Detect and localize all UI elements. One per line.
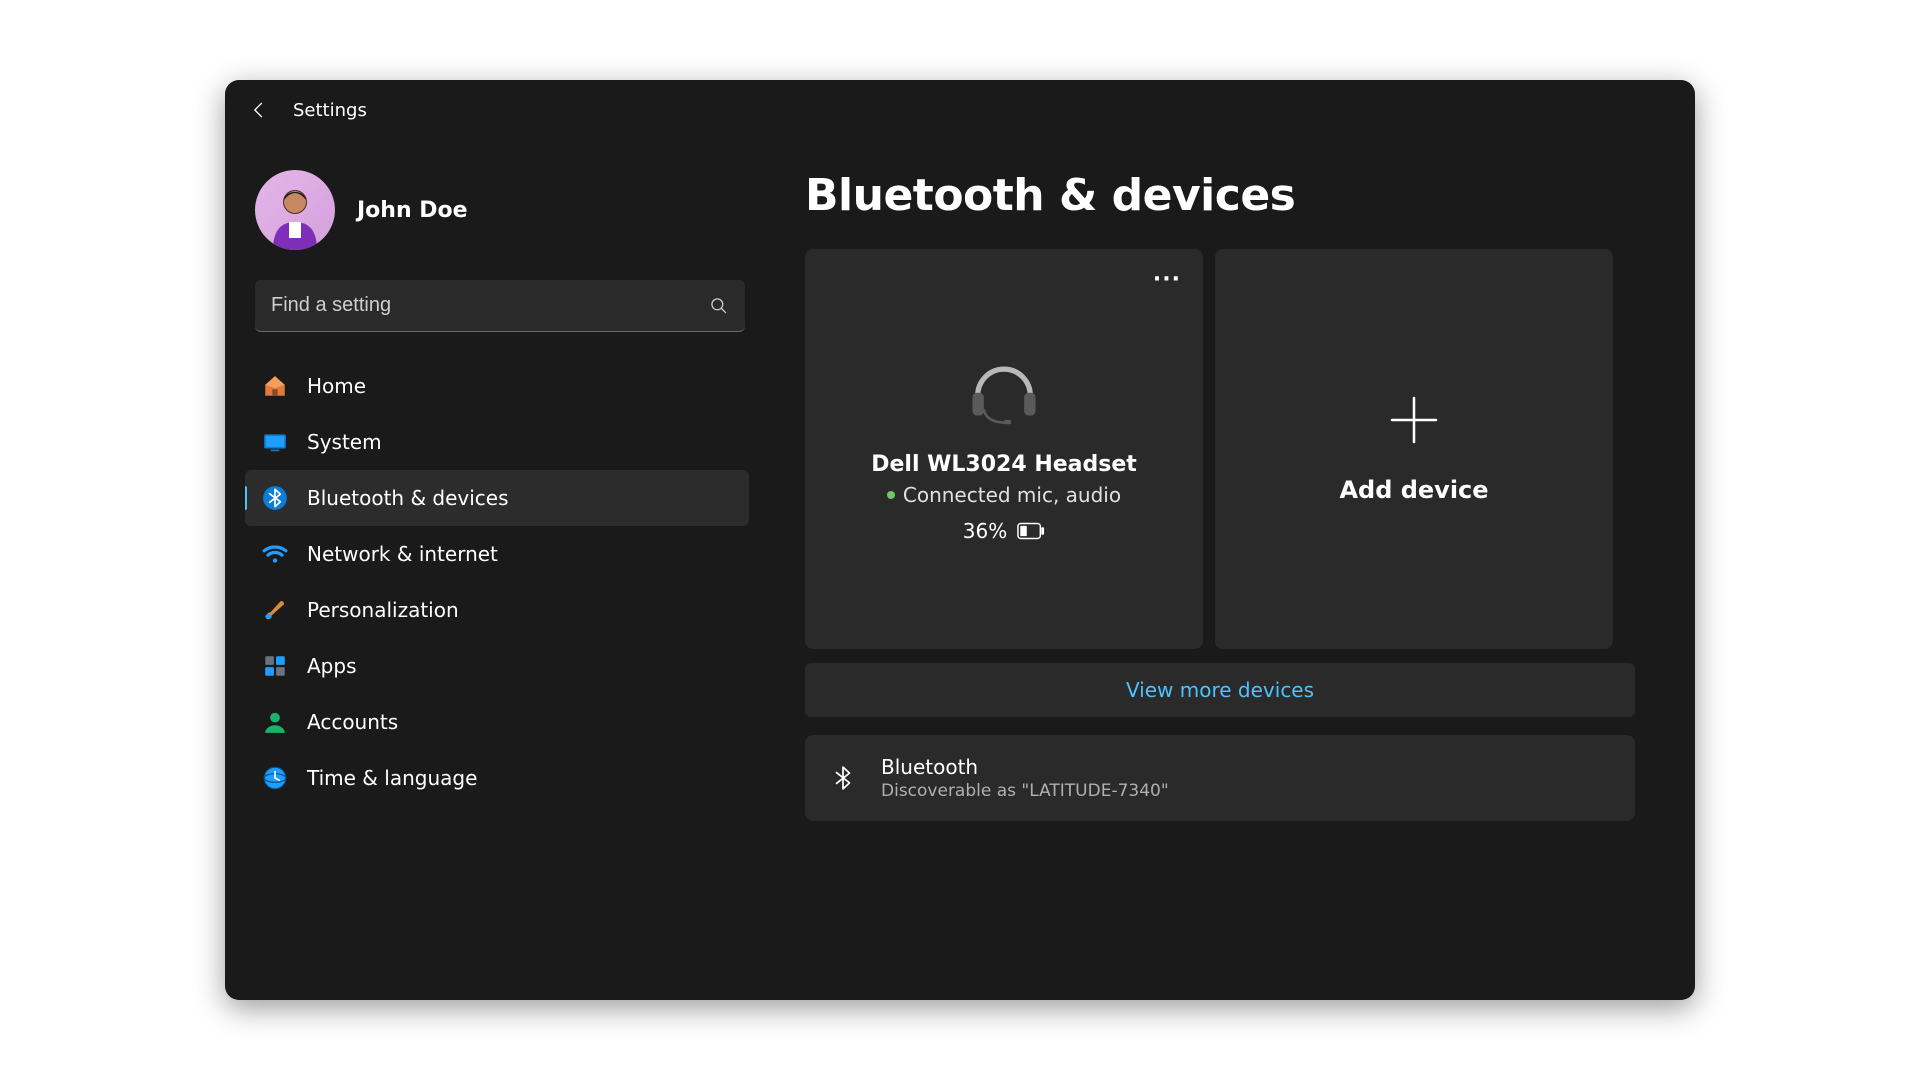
bluetooth-icon xyxy=(261,484,289,512)
status-dot-icon xyxy=(887,491,895,499)
bluetooth-setting-row[interactable]: Bluetooth Discoverable as "LATITUDE-7340… xyxy=(805,735,1635,821)
add-device-card[interactable]: Add device xyxy=(1215,249,1613,649)
sidebar-nav: Home System Bluetooth & devices xyxy=(245,358,755,1000)
battery-icon xyxy=(1017,522,1045,540)
apps-icon xyxy=(261,652,289,680)
device-cards-row: ··· Dell WL3024 Headset Connected mic, a… xyxy=(805,249,1635,649)
sidebar-item-accounts[interactable]: Accounts xyxy=(245,694,749,750)
device-status-row: Connected mic, audio xyxy=(887,483,1121,507)
plus-icon xyxy=(1388,394,1440,446)
user-name: John Doe xyxy=(357,198,468,223)
sidebar-item-apps[interactable]: Apps xyxy=(245,638,749,694)
sidebar-item-label: Apps xyxy=(307,654,357,678)
bluetooth-glyph-icon xyxy=(829,764,857,792)
main-content: Bluetooth & devices ··· Dell WL3024 Head… xyxy=(765,140,1695,1000)
sidebar-item-label: Time & language xyxy=(307,766,477,790)
sidebar-item-time-language[interactable]: Time & language xyxy=(245,750,749,806)
sidebar-item-personalization[interactable]: Personalization xyxy=(245,582,749,638)
device-name: Dell WL3024 Headset xyxy=(871,452,1137,477)
globe-clock-icon xyxy=(261,764,289,792)
sidebar-item-system[interactable]: System xyxy=(245,414,749,470)
search-icon xyxy=(709,296,729,316)
titlebar: Settings xyxy=(225,80,1695,140)
sidebar: John Doe Home System xyxy=(225,140,765,1000)
paintbrush-icon xyxy=(261,596,289,624)
link-text: View more devices xyxy=(1126,678,1314,702)
bluetooth-subtitle: Discoverable as "LATITUDE-7340" xyxy=(881,781,1169,801)
back-button[interactable] xyxy=(249,100,269,120)
wifi-icon xyxy=(261,540,289,568)
search-input[interactable] xyxy=(271,294,709,317)
sidebar-item-label: Network & internet xyxy=(307,542,498,566)
paired-device-card[interactable]: ··· Dell WL3024 Headset Connected mic, a… xyxy=(805,249,1203,649)
sidebar-item-bluetooth-devices[interactable]: Bluetooth & devices xyxy=(245,470,749,526)
person-icon xyxy=(261,708,289,736)
bluetooth-texts: Bluetooth Discoverable as "LATITUDE-7340… xyxy=(881,755,1169,801)
app-title: Settings xyxy=(293,100,367,121)
sidebar-item-label: System xyxy=(307,430,382,454)
system-icon xyxy=(261,428,289,456)
page-title: Bluetooth & devices xyxy=(805,170,1635,221)
battery-percent: 36% xyxy=(963,519,1007,543)
sidebar-item-label: Personalization xyxy=(307,598,459,622)
settings-window: Settings John Doe xyxy=(225,80,1695,1000)
sidebar-item-label: Bluetooth & devices xyxy=(307,486,509,510)
sidebar-item-network[interactable]: Network & internet xyxy=(245,526,749,582)
sidebar-item-home[interactable]: Home xyxy=(245,358,749,414)
headset-icon xyxy=(959,356,1049,426)
avatar xyxy=(255,170,335,250)
sidebar-item-label: Accounts xyxy=(307,710,398,734)
add-device-label: Add device xyxy=(1339,476,1488,504)
bluetooth-title: Bluetooth xyxy=(881,755,1169,779)
user-profile[interactable]: John Doe xyxy=(245,140,755,280)
view-more-devices-link[interactable]: View more devices xyxy=(805,663,1635,717)
sidebar-item-label: Home xyxy=(307,374,366,398)
device-status: Connected mic, audio xyxy=(903,483,1121,507)
battery-row: 36% xyxy=(963,519,1045,543)
home-icon xyxy=(261,372,289,400)
more-options-button[interactable]: ··· xyxy=(1153,267,1181,292)
search-box[interactable] xyxy=(255,280,745,332)
